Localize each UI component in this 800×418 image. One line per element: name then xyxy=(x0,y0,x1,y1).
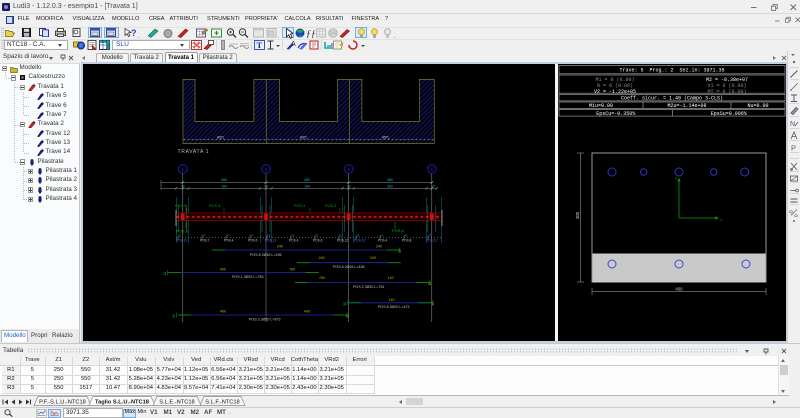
svg-text:POS.6: POS.6 xyxy=(313,239,323,243)
svg-text:POS.13: POS.13 xyxy=(176,239,187,243)
svg-text:POS.3 3Ø20 L=873: POS.3 3Ø20 L=873 xyxy=(249,317,280,321)
svg-text:V2 = -1.22e+05: V2 = -1.22e+05 xyxy=(594,89,636,95)
svg-text:67: 67 xyxy=(202,233,206,237)
svg-text:POS.1 3Ø20 L=783: POS.1 3Ø20 L=783 xyxy=(232,275,263,279)
svg-text:18: 18 xyxy=(267,233,271,237)
svg-text:400: 400 xyxy=(304,309,310,313)
svg-text:29: 29 xyxy=(356,233,360,237)
svg-text:480: 480 xyxy=(387,178,393,182)
svg-text:760: 760 xyxy=(319,276,325,280)
svg-text:A57L: A57L xyxy=(382,135,390,139)
svg-text:140: 140 xyxy=(388,276,394,280)
svg-text:480: 480 xyxy=(304,178,310,182)
svg-text:40: 40 xyxy=(264,184,268,188)
svg-text:POS.2 3Ø20 L=781: POS.2 3Ø20 L=781 xyxy=(353,285,384,289)
svg-text:40: 40 xyxy=(431,184,435,188)
svg-text:POS.4: POS.4 xyxy=(294,204,305,208)
svg-text:Trave: 5 Prog.: 2 Sez.in: 39: Trave: 5 Prog.: 2 Sez.in: 3971.35 xyxy=(619,68,724,74)
svg-text:POS.10: POS.10 xyxy=(354,239,365,243)
svg-text:164: 164 xyxy=(221,184,227,188)
svg-text:57: 57 xyxy=(178,233,182,237)
svg-text:POS.8 5Ø20 L=473: POS.8 5Ø20 L=473 xyxy=(378,305,409,309)
svg-text:POS.2: POS.2 xyxy=(325,204,336,208)
svg-text:10: 10 xyxy=(380,233,384,237)
svg-text:POS.5 2Ø16 L=196: POS.5 2Ø16 L=196 xyxy=(250,253,281,257)
svg-text:22: 22 xyxy=(428,282,432,286)
svg-text:EpsCu=-0.350%: EpsCu=-0.350% xyxy=(596,111,635,117)
svg-text:67: 67 xyxy=(339,233,343,237)
svg-text:97: 97 xyxy=(226,233,230,237)
svg-text:T: T xyxy=(256,40,262,50)
svg-text:30: 30 xyxy=(431,302,435,306)
svg-text:46: 46 xyxy=(404,233,408,237)
svg-text:MT = 0 (0.00): MT = 0 (0.00) xyxy=(707,89,746,95)
svg-text:A57L: A57L xyxy=(300,135,308,139)
svg-text:M1u=0.00: M1u=0.00 xyxy=(589,103,613,109)
svg-text:240: 240 xyxy=(370,256,376,260)
svg-text:ƒƒ: ƒƒ xyxy=(306,29,315,38)
svg-text:760: 760 xyxy=(289,267,295,271)
svg-text:TRAVATA 1: TRAVATA 1 xyxy=(178,149,210,155)
svg-text:67: 67 xyxy=(250,233,254,237)
svg-text:A: A xyxy=(291,41,296,48)
svg-text:Nu=0.00: Nu=0.00 xyxy=(747,103,768,109)
svg-text:480: 480 xyxy=(221,178,227,182)
svg-text:300: 300 xyxy=(575,211,580,219)
svg-text:22: 22 xyxy=(172,314,176,318)
svg-text:Taglio S.L.U.-NTC18: Taglio S.L.U.-NTC18 xyxy=(95,400,149,406)
svg-text:POS.7: POS.7 xyxy=(200,239,210,243)
svg-text:POS.9: POS.9 xyxy=(175,204,186,208)
svg-text:POS.13: POS.13 xyxy=(265,239,276,243)
svg-text:400: 400 xyxy=(220,309,226,313)
svg-text:POS.11: POS.11 xyxy=(426,239,437,243)
svg-text:POS.12: POS.12 xyxy=(337,239,348,243)
svg-text:A57L: A57L xyxy=(217,135,225,139)
svg-text:POS.4: POS.4 xyxy=(378,239,388,243)
svg-text:240: 240 xyxy=(376,245,382,249)
svg-text:40: 40 xyxy=(181,184,185,188)
svg-text:97: 97 xyxy=(428,233,432,237)
svg-text:S.L.F.-NTC18: S.L.F.-NTC18 xyxy=(205,400,239,406)
svg-text:POS.8: POS.8 xyxy=(392,228,405,233)
svg-text:30: 30 xyxy=(343,302,347,306)
svg-text:POS.8: POS.8 xyxy=(402,239,412,243)
svg-text:79: 79 xyxy=(291,233,295,237)
svg-text:240: 240 xyxy=(277,245,283,249)
svg-text:P: P xyxy=(791,144,796,153)
svg-text:M2u=-1.14e+08: M2u=-1.14e+08 xyxy=(667,103,706,109)
svg-text:Coeff. sicur. = 1.40 (Campo 3-: Coeff. sicur. = 1.40 (Campo 3-CLS) xyxy=(621,96,723,102)
svg-text:POS.5: POS.5 xyxy=(209,204,220,208)
svg-text:140: 140 xyxy=(389,298,395,302)
svg-text:164: 164 xyxy=(304,184,310,188)
svg-text:360: 360 xyxy=(387,184,393,188)
svg-text:POS.4: POS.4 xyxy=(289,239,299,243)
svg-text:?: ? xyxy=(131,28,136,38)
svg-text:P.F.-S.L.U.-NTC18: P.F.-S.L.U.-NTC18 xyxy=(39,400,86,406)
svg-text:POS.6: POS.6 xyxy=(248,239,258,243)
svg-text:EpsSu=0.996%: EpsSu=0.996% xyxy=(711,111,747,117)
svg-text:97: 97 xyxy=(315,233,319,237)
svg-text:400: 400 xyxy=(675,286,683,291)
svg-text:21: 21 xyxy=(163,272,167,276)
svg-text:400: 400 xyxy=(220,267,226,271)
svg-text:24: 24 xyxy=(398,249,402,253)
svg-text:POS.4: POS.4 xyxy=(224,239,234,243)
svg-text:S.L.E.-NTC18: S.L.E.-NTC18 xyxy=(159,400,194,406)
svg-text:240: 240 xyxy=(319,256,325,260)
svg-text:30: 30 xyxy=(346,314,350,318)
svg-text:POS.6 2Ø16 L=436: POS.6 2Ø16 L=436 xyxy=(333,265,364,269)
svg-text:40: 40 xyxy=(347,184,351,188)
